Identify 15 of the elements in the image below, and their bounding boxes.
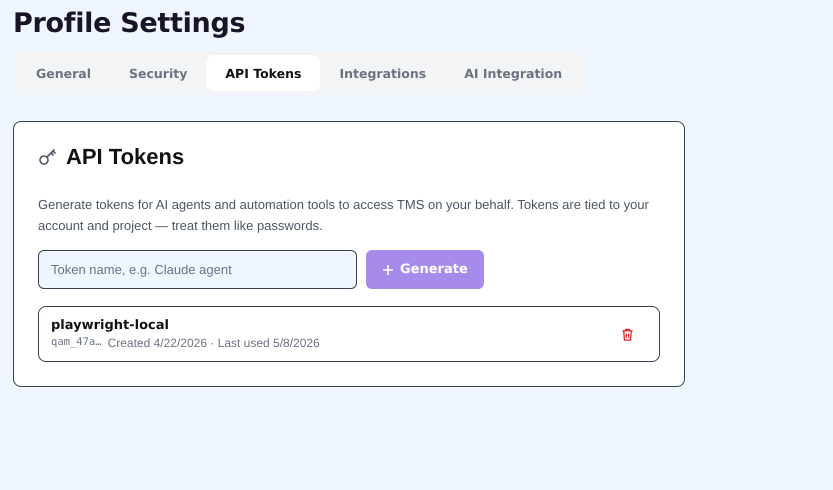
description: Generate tokens for AI agents and automation tools to access TMS on your behalf. Tokens are tied to your account and project — treat them like passwords. — [38, 196, 650, 235]
token-dates: Created 4/22/2026 · Last used 5/8/2026 — [108, 336, 320, 350]
tab[interactable]: API Tokens — [206, 55, 320, 91]
page-title: Profile Settings — [13, 8, 246, 39]
tab[interactable]: AI Integration — [445, 55, 582, 91]
tab[interactable]: Integrations — [320, 55, 446, 91]
tab[interactable]: General — [17, 55, 110, 91]
delete-icon[interactable] — [620, 326, 635, 342]
token-name: playwright-local — [51, 318, 170, 333]
card-title: API Tokens — [66, 144, 184, 170]
tab[interactable]: Security — [110, 55, 206, 91]
token-name-field[interactable]: Token name, e.g. Claude agent — [38, 250, 357, 289]
key-icon — [38, 147, 58, 167]
plus-icon — [382, 264, 394, 276]
token-prefix: qam_47a… — [51, 336, 102, 350]
